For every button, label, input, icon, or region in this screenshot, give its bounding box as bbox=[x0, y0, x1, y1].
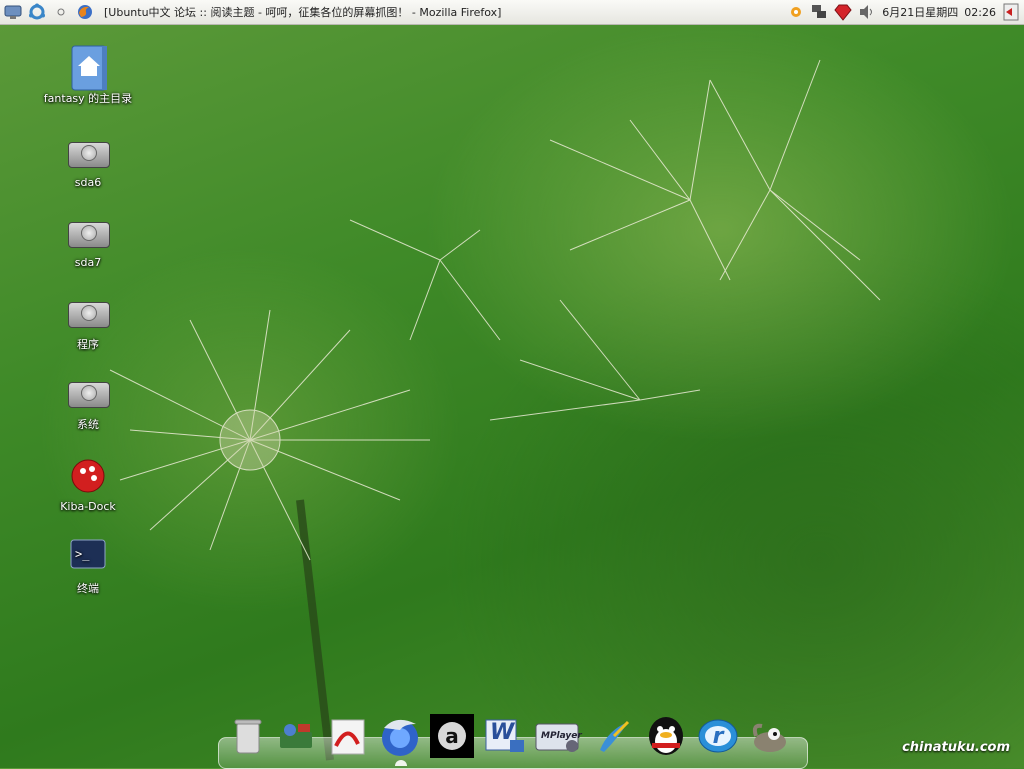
main-menu-button[interactable] bbox=[2, 1, 24, 23]
computer-icon bbox=[4, 5, 22, 19]
network-icon[interactable] bbox=[810, 4, 828, 20]
realplayer-glyph: r bbox=[712, 723, 724, 749]
system-menu-button[interactable] bbox=[50, 1, 72, 23]
desktop-icon-label: Kiba-Dock bbox=[60, 500, 116, 513]
hard-drive-icon bbox=[68, 302, 110, 328]
hard-drive-icon bbox=[68, 222, 110, 248]
dock-item-system-tools[interactable] bbox=[274, 714, 318, 758]
desktop-icon-label: 系统 bbox=[77, 418, 99, 431]
tools-icon bbox=[280, 724, 312, 748]
penguin-icon bbox=[649, 717, 683, 755]
desktop-icon-label: 终端 bbox=[77, 582, 99, 595]
desktop-icon-home[interactable]: fantasy 的主目录 bbox=[38, 44, 138, 106]
dock-item-firefox[interactable] bbox=[378, 714, 422, 758]
desktop-icon-system[interactable]: 系统 bbox=[38, 370, 138, 432]
desktop-icon-sda7[interactable]: sda7 bbox=[38, 210, 138, 269]
dock-item-gimp[interactable] bbox=[748, 714, 792, 758]
dock-item-realplayer[interactable]: r bbox=[696, 714, 740, 758]
pen-icon bbox=[600, 720, 630, 752]
clock-time[interactable]: 02:26 bbox=[964, 6, 996, 19]
taskbar-firefox-button[interactable] bbox=[74, 1, 96, 23]
word-glyph: W bbox=[490, 720, 515, 745]
gimp-icon bbox=[752, 723, 786, 752]
desktop-icon-label: 程序 bbox=[77, 338, 99, 351]
firefox-icon bbox=[382, 719, 418, 756]
desktop-icon-sda6[interactable]: sda6 bbox=[38, 130, 138, 189]
kiba-dock-icon bbox=[71, 459, 105, 493]
dock-running-indicator bbox=[395, 760, 407, 766]
ubuntu-logo-icon bbox=[29, 3, 45, 20]
update-notifier-icon[interactable] bbox=[788, 4, 804, 20]
wallpaper-dandelion bbox=[109, 59, 881, 761]
dock-item-editor[interactable] bbox=[592, 714, 636, 758]
trash-icon bbox=[234, 719, 262, 754]
dock-item-pdf-reader[interactable] bbox=[326, 714, 370, 758]
clock-date[interactable]: 6月21日星期四 bbox=[882, 4, 958, 20]
hard-drive-icon bbox=[68, 142, 110, 168]
logout-icon[interactable] bbox=[1002, 3, 1020, 21]
firefox-icon bbox=[78, 5, 92, 19]
watermark: chinatuku.com bbox=[902, 740, 1010, 755]
terminal-icon: >_ bbox=[70, 539, 106, 569]
dot-icon bbox=[57, 8, 65, 16]
desktop-icon-label: fantasy 的主目录 bbox=[43, 92, 133, 105]
dock-item-mplayer[interactable]: MPlayer bbox=[534, 714, 582, 758]
amarok-glyph: a bbox=[445, 724, 459, 748]
desktop-icon-terminal[interactable]: >_ 终端 bbox=[38, 534, 138, 596]
home-folder-icon bbox=[71, 45, 107, 91]
svg-text:>_: >_ bbox=[75, 547, 90, 561]
desktop-icon-kiba-dock[interactable]: Kiba-Dock bbox=[38, 454, 138, 513]
dock-item-qq[interactable] bbox=[644, 714, 688, 758]
volume-icon[interactable] bbox=[858, 4, 876, 20]
places-menu-button[interactable] bbox=[26, 1, 48, 23]
mplayer-glyph: MPlayer bbox=[541, 731, 582, 741]
dock-item-word[interactable]: W bbox=[482, 714, 526, 758]
pdf-icon bbox=[331, 719, 365, 755]
dock-item-trash[interactable] bbox=[226, 714, 270, 758]
ruby-icon[interactable] bbox=[834, 3, 852, 21]
desktop-icon-label: sda7 bbox=[74, 256, 102, 269]
system-tray: 6月21日星期四 02:26 bbox=[788, 3, 1024, 21]
desktop-icon-label: sda6 bbox=[74, 176, 102, 189]
hard-drive-icon bbox=[68, 382, 110, 408]
window-title[interactable]: [Ubuntu中文 论坛 :: 阅读主题 - 呵呵，征集各位的屏幕抓图！ - M… bbox=[104, 4, 501, 20]
desktop-icon-programs[interactable]: 程序 bbox=[38, 290, 138, 352]
dock-item-amarok[interactable]: a bbox=[430, 714, 474, 758]
top-panel: [Ubuntu中文 论坛 :: 阅读主题 - 呵呵，征集各位的屏幕抓图！ - M… bbox=[0, 0, 1024, 25]
